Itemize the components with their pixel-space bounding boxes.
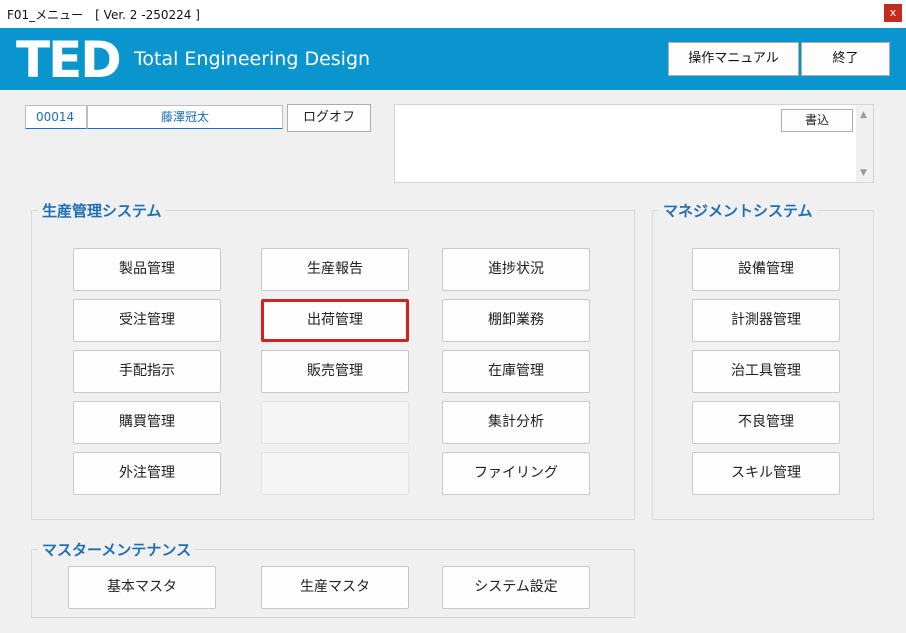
production-system-group: 生産管理システム 製品管理 受注管理 手配指示 購買管理 外注管理 生産報告 出… (31, 200, 635, 520)
header-band: TED Total Engineering Design 操作マニュアル 終了 (0, 28, 906, 90)
defect-management-button[interactable]: 不良管理 (692, 401, 840, 444)
scroll-down-icon[interactable]: ▼ (860, 168, 867, 178)
production-report-button[interactable]: 生産報告 (261, 248, 409, 291)
production-master-button[interactable]: 生産マスタ (261, 566, 409, 609)
management-system-group: マネジメントシステム 設備管理 計測器管理 治工具管理 不良管理 スキル管理 (652, 200, 874, 520)
product-management-button[interactable]: 製品管理 (73, 248, 221, 291)
exit-button[interactable]: 終了 (801, 42, 890, 76)
management-system-title: マネジメントシステム (659, 200, 817, 221)
tooling-management-button[interactable]: 治工具管理 (692, 350, 840, 393)
window-title: F01_メニュー [ Ver. 2 -250224 ] (7, 8, 200, 22)
close-button[interactable]: x (884, 4, 902, 22)
logoff-button[interactable]: ログオフ (287, 104, 371, 132)
aggregate-analysis-button[interactable]: 集計分析 (442, 401, 590, 444)
sales-management-button[interactable]: 販売管理 (261, 350, 409, 393)
user-id-field: 00014 (25, 105, 87, 129)
outsourcing-management-button[interactable]: 外注管理 (73, 452, 221, 495)
stock-management-button[interactable]: 在庫管理 (442, 350, 590, 393)
title-bar: F01_メニュー [ Ver. 2 -250224 ] x (0, 0, 906, 28)
skill-management-button[interactable]: スキル管理 (692, 452, 840, 495)
master-maintenance-title: マスターメンテナンス (38, 539, 196, 560)
manual-button[interactable]: 操作マニュアル (668, 42, 799, 76)
arrangement-instruction-button[interactable]: 手配指示 (73, 350, 221, 393)
user-name-field: 藤澤冠太 (87, 105, 283, 129)
purchase-management-button[interactable]: 購買管理 (73, 401, 221, 444)
scroll-up-icon[interactable]: ▲ (860, 110, 867, 120)
empty-slot-button (261, 401, 409, 444)
ted-logo: TED (16, 31, 122, 89)
order-management-button[interactable]: 受注管理 (73, 299, 221, 342)
production-system-title: 生産管理システム (38, 200, 166, 221)
equipment-management-button[interactable]: 設備管理 (692, 248, 840, 291)
shipping-management-button[interactable]: 出荷管理 (261, 299, 409, 342)
memo-textarea[interactable]: 書込 ▲ ▼ (394, 104, 874, 183)
progress-status-button[interactable]: 進捗状況 (442, 248, 590, 291)
tagline: Total Engineering Design (134, 48, 371, 70)
empty-slot-button (261, 452, 409, 495)
master-maintenance-group: マスターメンテナンス 基本マスタ 生産マスタ システム設定 (31, 539, 635, 618)
basic-master-button[interactable]: 基本マスタ (68, 566, 216, 609)
memo-scrollbar[interactable]: ▲ ▼ (856, 105, 873, 182)
instrument-management-button[interactable]: 計測器管理 (692, 299, 840, 342)
inventory-count-button[interactable]: 棚卸業務 (442, 299, 590, 342)
system-settings-button[interactable]: システム設定 (442, 566, 590, 609)
filing-button[interactable]: ファイリング (442, 452, 590, 495)
write-button[interactable]: 書込 (781, 109, 853, 132)
